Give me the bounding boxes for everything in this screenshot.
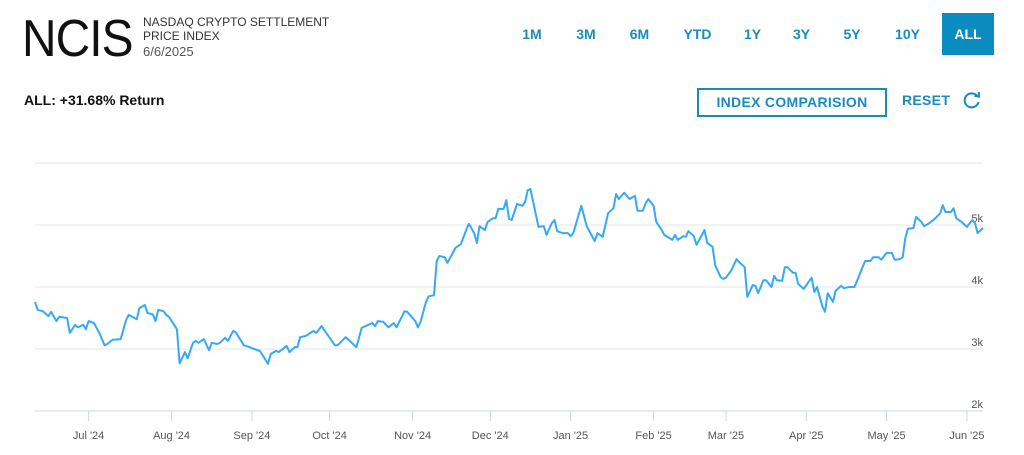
x-tick-label: May '25 [867,430,905,442]
x-tick-label: Jan '25 [553,430,588,442]
y-tick-label: 4k [971,275,983,287]
x-tick-label: Dec '24 [472,430,509,442]
y-tick-label: 2k [971,399,983,411]
x-tick-label: Mar '25 [708,430,744,442]
x-tick-label: Sep '24 [233,430,270,442]
x-tick-label: Oct '24 [312,430,347,442]
x-tick-label: Jun '25 [949,430,984,442]
y-tick-label: 5k [971,213,983,225]
x-tick-label: Feb '25 [635,430,671,442]
y-tick-label: 3k [971,337,983,349]
price-chart: 2k 3k 4k 5k Jul '24 Aug '24 Sep '24 Oct '24 Nov… [34,162,985,442]
x-tick-label: Nov '24 [394,430,431,442]
x-tick-label: Jul '24 [73,430,104,442]
x-tick-label: Aug '24 [153,430,190,442]
price-line [34,188,984,365]
x-tick-label: Apr '25 [789,430,824,442]
